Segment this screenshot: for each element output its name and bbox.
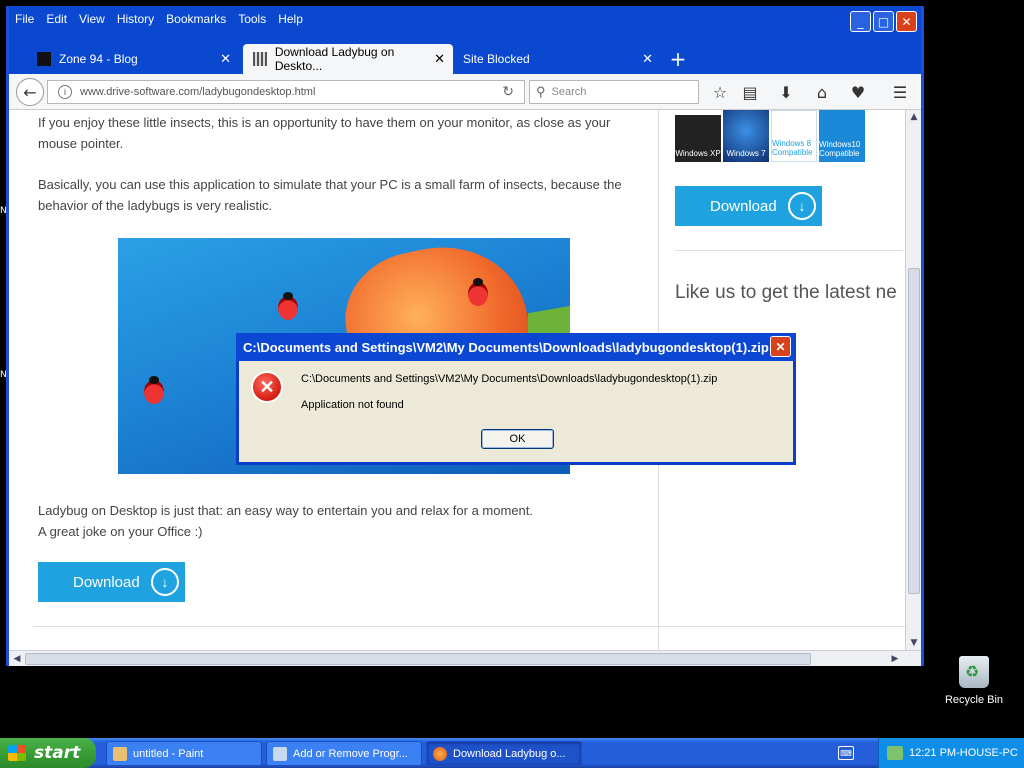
menu-view[interactable]: View bbox=[73, 10, 111, 30]
dialog-title: C:\Documents and Settings\VM2\My Documen… bbox=[236, 333, 796, 361]
scroll-left-icon[interactable]: ◀ bbox=[9, 651, 25, 667]
error-dialog: C:\Documents and Settings\VM2\My Documen… bbox=[236, 333, 796, 465]
taskbar-paint[interactable]: untitled - Paint bbox=[106, 741, 262, 766]
control-panel-icon bbox=[273, 746, 287, 761]
ladybug-icon bbox=[468, 278, 488, 306]
download-label: Download bbox=[710, 197, 777, 215]
menu-history[interactable]: History bbox=[111, 10, 160, 30]
nav-bar: ← i www.drive-software.com/ladybugondesk… bbox=[9, 74, 921, 110]
paragraph-behavior: Basically, you can use this application … bbox=[38, 177, 622, 213]
search-placeholder: Search bbox=[551, 86, 587, 98]
search-bar[interactable]: ⚲ Search bbox=[529, 80, 699, 104]
download-arrow-icon: ↓ bbox=[151, 568, 179, 596]
title-bar: File Edit View History Bookmarks Tools H… bbox=[9, 6, 921, 40]
scroll-thumb[interactable] bbox=[25, 653, 811, 665]
dialog-path-text: C:\Documents and Settings\VM2\My Documen… bbox=[301, 373, 718, 385]
url-bar[interactable]: i www.drive-software.com/ladybugondeskto… bbox=[47, 80, 525, 104]
search-icon: ⚲ bbox=[536, 84, 546, 99]
url-text: www.drive-software.com/ladybugondesktop.… bbox=[80, 86, 316, 98]
scroll-up-icon[interactable]: ▲ bbox=[906, 110, 922, 124]
downloads-icon[interactable]: ⬇ bbox=[775, 82, 797, 102]
windows-xp-logo: Windows XP bbox=[675, 110, 721, 162]
keyboard-icon[interactable]: ⌨ bbox=[838, 746, 854, 760]
windows-8-logo: Windows 8 Compatible bbox=[771, 110, 817, 162]
scroll-thumb[interactable] bbox=[908, 268, 920, 594]
network-icon[interactable] bbox=[887, 746, 903, 760]
info-icon[interactable]: i bbox=[58, 85, 72, 99]
reading-list-icon[interactable]: ▤ bbox=[739, 82, 761, 102]
menu-edit[interactable]: Edit bbox=[40, 10, 73, 30]
keyboard-favicon-icon bbox=[253, 52, 267, 66]
back-button[interactable]: ← bbox=[16, 78, 44, 106]
divider bbox=[675, 250, 903, 251]
menu-bookmarks[interactable]: Bookmarks bbox=[160, 10, 232, 30]
tab-zone94[interactable]: Zone 94 - Blog ✕ bbox=[27, 44, 239, 74]
tab-strip: Zone 94 - Blog ✕ Download Ladybug on Des… bbox=[9, 40, 921, 74]
taskbar-firefox[interactable]: Download Ladybug o... bbox=[426, 741, 582, 766]
dialog-close-button[interactable]: ✕ bbox=[770, 336, 791, 357]
minimize-button[interactable]: _ bbox=[850, 11, 871, 32]
zone94-favicon-icon bbox=[37, 52, 51, 66]
windows-flag-icon bbox=[8, 745, 26, 761]
windows-7-logo: Windows 7 bbox=[723, 110, 769, 162]
tab-close-icon[interactable]: ✕ bbox=[220, 51, 231, 67]
recycle-bin[interactable]: Recycle Bin bbox=[944, 656, 1004, 706]
desktop: N N File Edit View History Bookmarks Too… bbox=[0, 0, 1024, 738]
tab-close-icon[interactable]: ✕ bbox=[642, 51, 653, 67]
paragraph-joke: A great joke on your Office :) bbox=[38, 524, 203, 539]
tab-label: Download Ladybug on Deskto... bbox=[274, 45, 395, 73]
tab-label: Zone 94 - Blog bbox=[59, 52, 138, 66]
vertical-scrollbar[interactable]: ▲ ▼ bbox=[905, 110, 921, 650]
tab-label: Site Blocked bbox=[463, 52, 530, 66]
download-arrow-icon: ↓ bbox=[788, 192, 816, 220]
back-arrow-icon: ← bbox=[23, 82, 37, 102]
error-icon: ✕ bbox=[251, 371, 283, 403]
start-button[interactable]: start bbox=[0, 738, 96, 768]
tab-ladybug[interactable]: Download Ladybug on Deskto... ✕ bbox=[243, 44, 453, 74]
hamburger-menu-icon[interactable]: ☰ bbox=[889, 82, 911, 102]
like-us-heading: Like us to get the latest ne bbox=[675, 282, 897, 303]
taskbar: start untitled - Paint Add or Remove Pro… bbox=[0, 738, 1024, 768]
scroll-down-icon[interactable]: ▼ bbox=[906, 636, 922, 650]
menu-help[interactable]: Help bbox=[272, 10, 309, 30]
tab-close-icon[interactable]: ✕ bbox=[434, 51, 445, 67]
paragraph-summary: Ladybug on Desktop is just that: an easy… bbox=[38, 503, 534, 518]
menu-tools[interactable]: Tools bbox=[232, 10, 272, 30]
clock[interactable]: 12:21 PM-HOUSE-PC bbox=[909, 747, 1018, 759]
download-button[interactable]: Download ↓ bbox=[38, 562, 185, 602]
taskbar-add-remove[interactable]: Add or Remove Progr... bbox=[266, 741, 422, 766]
ok-button[interactable]: OK bbox=[481, 429, 554, 449]
paint-icon bbox=[113, 746, 127, 761]
close-button[interactable]: ✕ bbox=[896, 11, 917, 32]
recycle-bin-icon bbox=[959, 656, 989, 688]
pocket-icon[interactable]: ♥ bbox=[847, 82, 869, 102]
ladybug-icon bbox=[144, 376, 164, 404]
new-tab-button[interactable]: + bbox=[663, 44, 693, 74]
dialog-message: Application not found bbox=[301, 399, 404, 411]
menu-bar: File Edit View History Bookmarks Tools H… bbox=[9, 10, 309, 30]
windows-10-logo: Windows10 Compatible bbox=[819, 110, 865, 162]
sidebar-download-button[interactable]: Download ↓ bbox=[675, 186, 822, 226]
horizontal-scrollbar[interactable]: ◀ ▶ bbox=[9, 650, 921, 666]
paragraph-intro: If you enjoy these little insects, this … bbox=[38, 115, 611, 151]
start-label: start bbox=[34, 743, 81, 763]
scroll-right-icon[interactable]: ▶ bbox=[887, 651, 903, 667]
window-controls: _ □ ✕ bbox=[850, 11, 917, 32]
reload-icon[interactable]: ↻ bbox=[502, 83, 514, 100]
menu-file[interactable]: File bbox=[9, 10, 40, 30]
download-label: Download bbox=[73, 573, 140, 591]
maximize-button[interactable]: □ bbox=[873, 11, 894, 32]
firefox-icon bbox=[433, 746, 447, 761]
divider bbox=[33, 626, 905, 627]
ladybug-icon bbox=[278, 292, 298, 320]
home-icon[interactable]: ⌂ bbox=[811, 82, 833, 102]
recycle-bin-label: Recycle Bin bbox=[944, 694, 1004, 706]
bookmark-star-icon[interactable]: ☆ bbox=[709, 82, 731, 102]
tab-site-blocked[interactable]: Site Blocked ✕ bbox=[453, 44, 661, 74]
system-tray: 12:21 PM-HOUSE-PC bbox=[878, 738, 1024, 768]
